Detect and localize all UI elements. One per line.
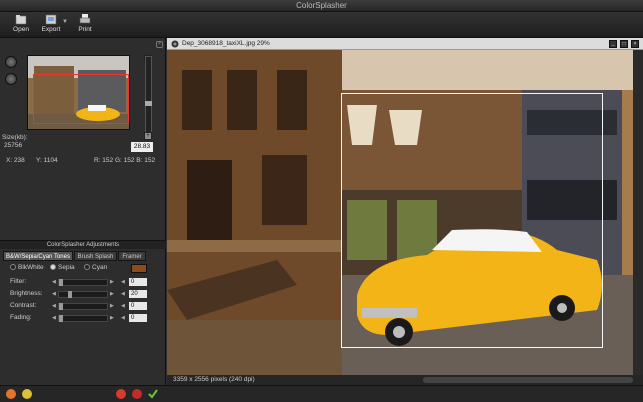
- adjustment-label: Contrast:: [10, 302, 37, 309]
- tone-color-swatch[interactable]: [131, 264, 147, 273]
- printer-icon: [79, 14, 91, 24]
- open-button[interactable]: Open: [6, 13, 36, 37]
- adjustment-slider[interactable]: [58, 279, 108, 286]
- radio-cyan[interactable]: [84, 264, 90, 271]
- decrease-arrow-icon[interactable]: ◀: [52, 291, 56, 297]
- step-arrow-icon[interactable]: ◀: [121, 279, 125, 285]
- navigator-view-rect[interactable]: [33, 74, 129, 124]
- zoom-slider-knob[interactable]: [145, 101, 152, 106]
- step-arrow-icon[interactable]: ◀: [121, 291, 125, 297]
- increase-arrow-icon[interactable]: ▶: [110, 303, 114, 309]
- image-canvas[interactable]: [167, 50, 633, 375]
- step-arrow-icon[interactable]: ◀: [121, 303, 125, 309]
- splash-icon[interactable]: [22, 389, 32, 399]
- cancel-icon[interactable]: [132, 389, 142, 399]
- maximize-button[interactable]: □: [620, 40, 628, 48]
- bottom-toolbar: [0, 385, 643, 402]
- y-readout: Y: 1104: [36, 157, 58, 164]
- increase-arrow-icon[interactable]: ▶: [110, 279, 114, 285]
- colorsplasher-window: ColorSplasher Open Export ▼ Print × + Si…: [0, 0, 643, 402]
- navigator-panel: × - + Size(kb): 25756 28.83 X: 238 Y: 11…: [0, 38, 166, 385]
- open-folder-icon: [15, 15, 27, 25]
- export-dropdown-arrow-icon[interactable]: ▼: [62, 19, 68, 25]
- adjustment-slider[interactable]: [58, 315, 108, 322]
- tab-brush-splash[interactable]: Brush Splash: [74, 251, 117, 261]
- x-readout: X: 238: [6, 157, 25, 164]
- main-toolbar: Open Export ▼ Print: [0, 12, 643, 38]
- zoom-percent-field[interactable]: 28.83: [131, 142, 153, 152]
- navigator-thumbnail[interactable]: [27, 55, 130, 130]
- export-button[interactable]: Export: [36, 13, 66, 37]
- adjustment-slider[interactable]: [58, 291, 108, 298]
- adjustment-slider-knob[interactable]: [59, 315, 63, 322]
- print-button[interactable]: Print: [70, 13, 100, 37]
- print-label: Print: [78, 26, 92, 33]
- tab-framer[interactable]: Framer: [118, 251, 146, 261]
- radio-sepia[interactable]: [50, 264, 56, 271]
- horizontal-scrollbar[interactable]: [423, 377, 633, 383]
- export-label: Export: [41, 26, 61, 33]
- navigator-close-icon[interactable]: ×: [156, 41, 163, 48]
- reset-icon[interactable]: [116, 389, 126, 399]
- adjustment-value-field[interactable]: 0: [129, 302, 147, 310]
- adjustments-header: ColorSplasher Adjustments: [0, 240, 166, 249]
- decrease-arrow-icon[interactable]: ◀: [52, 279, 56, 285]
- apply-check-icon[interactable]: [148, 389, 158, 399]
- image-viewer: Dep_3068918_taxiXL.jpg 29% _ □ × 3359 x …: [167, 38, 643, 385]
- mode-sepia-label: Sepia: [58, 264, 75, 271]
- navigator-zoom-in-button[interactable]: [5, 56, 17, 68]
- size-label: Size(kb):: [2, 134, 28, 141]
- increase-arrow-icon[interactable]: ▶: [110, 291, 114, 297]
- decrease-arrow-icon[interactable]: ◀: [52, 315, 56, 321]
- viewer-title: Dep_3068918_taxiXL.jpg 29%: [182, 40, 270, 47]
- selection-rectangle[interactable]: [341, 93, 603, 348]
- mode-sepia[interactable]: Sepia: [50, 264, 75, 271]
- open-label: Open: [13, 26, 29, 33]
- document-icon: [171, 40, 179, 48]
- adjustment-value-field[interactable]: 20: [129, 290, 147, 298]
- mode-blkwhite-label: BlkWhite: [18, 264, 44, 271]
- mode-blkwhite[interactable]: BlkWhite: [10, 264, 44, 271]
- window-title: ColorSplasher: [0, 0, 643, 12]
- navigator-zoom-out-button[interactable]: [5, 73, 17, 85]
- mode-cyan[interactable]: Cyan: [84, 264, 107, 271]
- adjustment-label: Fading:: [10, 314, 32, 321]
- increase-arrow-icon[interactable]: ▶: [110, 315, 114, 321]
- mode-cyan-label: Cyan: [92, 264, 108, 271]
- effects-icon[interactable]: [6, 389, 16, 399]
- close-viewer-button[interactable]: ×: [631, 40, 639, 48]
- adjustment-slider-knob[interactable]: [59, 303, 63, 310]
- adjustment-value-field[interactable]: 0: [129, 314, 147, 322]
- adjustment-value-field[interactable]: 0: [129, 278, 147, 286]
- minimize-button[interactable]: _: [609, 40, 617, 48]
- adjustment-label: Filter:: [10, 278, 27, 285]
- export-icon: [45, 14, 57, 25]
- adjustment-label: Brightness:: [10, 290, 43, 297]
- adjustment-slider[interactable]: [58, 303, 108, 310]
- rgb-readout: R: 152 G: 152 B: 152: [94, 157, 156, 164]
- step-arrow-icon[interactable]: ◀: [121, 315, 125, 321]
- zoom-plus-button[interactable]: +: [144, 132, 152, 140]
- viewer-title-bar: Dep_3068918_taxiXL.jpg 29% _ □ ×: [167, 38, 643, 50]
- size-value: 25756: [4, 142, 23, 149]
- tab-tones[interactable]: B&W/Sepia/Cyan Tones: [3, 251, 73, 261]
- adjustment-slider-knob[interactable]: [59, 279, 63, 286]
- adjustment-slider-knob[interactable]: [68, 291, 72, 298]
- vertical-scrollbar[interactable]: [633, 50, 643, 375]
- zoom-slider[interactable]: [145, 56, 152, 134]
- decrease-arrow-icon[interactable]: ◀: [52, 303, 56, 309]
- radio-blkwhite[interactable]: [10, 264, 16, 271]
- image-dimensions: 3359 x 2556 pixels (240 dpi): [173, 376, 255, 383]
